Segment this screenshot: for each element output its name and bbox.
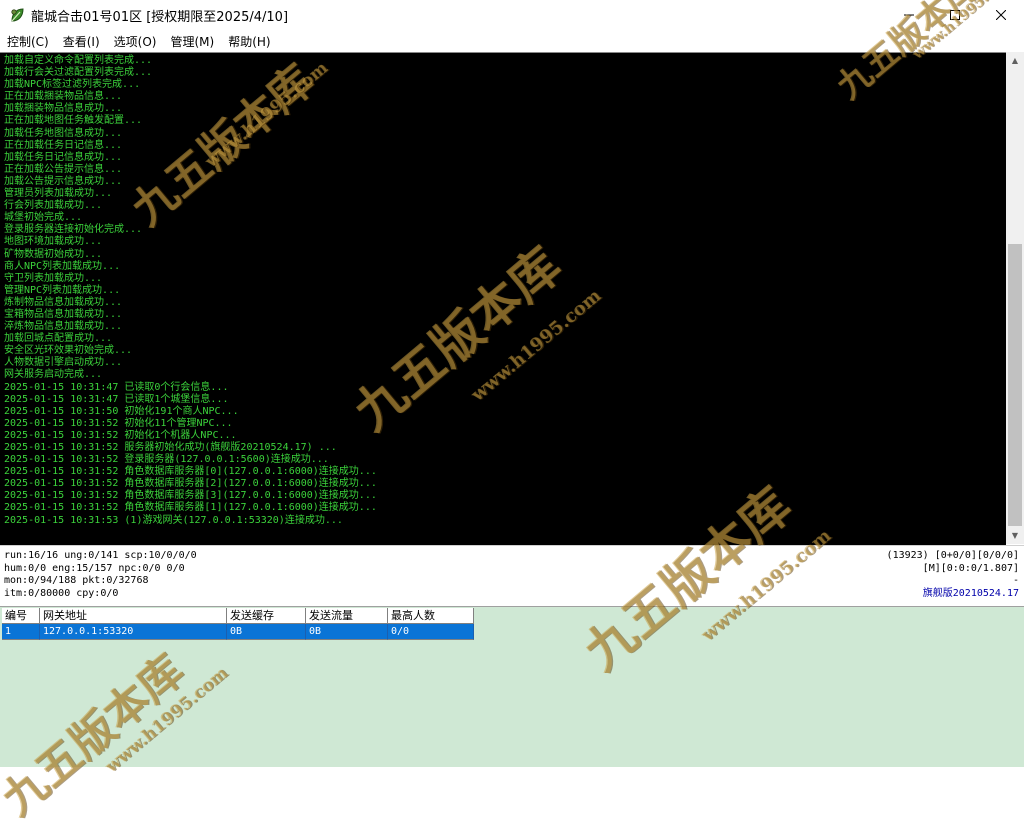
cell-send-traffic: 0B — [306, 624, 388, 640]
table-header: 编号 网关地址 发送缓存 发送流量 最高人数 — [2, 608, 474, 624]
title-bar[interactable]: 龍城合击01号01区 [授权期限至2025/4/10] — [0, 0, 1024, 30]
log-line: 人物数据引擎启动成功... — [4, 357, 123, 369]
log-line: 加载任务日记信息成功... — [4, 151, 123, 163]
column-header-max-players[interactable]: 最高人数 — [388, 608, 474, 624]
cell-id: 1 — [2, 624, 40, 640]
menu-control[interactable]: 控制(C) — [0, 33, 56, 50]
scroll-up-icon: ▲ — [1011, 56, 1019, 65]
log-line: 加载回城点配置成功... — [4, 333, 113, 345]
menu-bar: 控制(C) 查看(I) 选项(O) 管理(M) 帮助(H) — [0, 30, 1024, 52]
cell-address: 127.0.0.1:53320 — [40, 624, 227, 640]
log-line: 加载行会关过滤配置列表完成... — [4, 67, 153, 79]
log-line: 管理员列表加载成功... — [4, 188, 113, 200]
status-run: run:16/16 ung:0/141 scp:10/0/0/0 — [4, 550, 197, 561]
status-panel: run:16/16 ung:0/141 scp:10/0/0/0 hum:0/0… — [0, 545, 1024, 606]
scroll-up-button[interactable]: ▲ — [1006, 52, 1024, 69]
status-dash: - — [1012, 575, 1019, 586]
status-left: run:16/16 ung:0/141 scp:10/0/0/0 hum:0/0… — [4, 550, 197, 600]
maximize-icon — [950, 10, 960, 20]
column-header-id[interactable]: 编号 — [2, 608, 40, 624]
log-line: 2025-01-15 10:31:52 角色数据库服务器[2](127.0.0.… — [4, 478, 377, 490]
log-line: 2025-01-15 10:31:52 登录服务器(127.0.0.1:5600… — [4, 454, 329, 466]
log-line: 2025-01-15 10:31:50 初始化191个商人NPC... — [4, 405, 239, 417]
log-line: 淬炼物品信息加载成功... — [4, 321, 123, 333]
scroll-down-icon: ▼ — [1011, 531, 1019, 540]
log-line: 正在加载捆装物品信息... — [4, 91, 123, 103]
log-line: 正在加载任务日记信息... — [4, 139, 123, 151]
menu-view[interactable]: 查看(I) — [56, 33, 107, 50]
log-line: 加载捆装物品信息成功... — [4, 103, 123, 115]
status-version: 旗舰版20210524.17 — [922, 587, 1019, 599]
console-scrollbar[interactable]: ▲ ▼ — [1006, 52, 1024, 544]
status-mon: mon:0/94/188 pkt:0/32768 — [4, 575, 149, 586]
scroll-down-button[interactable]: ▼ — [1006, 527, 1024, 544]
status-counter: (13923) [0+0/0][0/0/0] — [886, 550, 1019, 561]
gateway-table[interactable]: 编号 网关地址 发送缓存 发送流量 最高人数 1 127.0.0.1:53320… — [2, 608, 474, 640]
log-line: 行会列表加载成功... — [4, 200, 103, 212]
close-button[interactable] — [978, 0, 1024, 30]
console-log[interactable]: 加载自定义命令配置列表完成... 加载行会关过滤配置列表完成... 加载NPC标签过… — [0, 52, 1006, 545]
cell-send-buffer: 0B — [227, 624, 306, 640]
menu-manage[interactable]: 管理(M) — [163, 33, 221, 50]
log-line: 正在加载地图任务触发配置... — [4, 115, 143, 127]
status-right: (13923) [0+0/0][0/0/0] [M][0:0:0/1.807] … — [887, 550, 1019, 600]
scroll-thumb[interactable] — [1008, 244, 1022, 526]
menu-options[interactable]: 选项(O) — [107, 33, 164, 50]
status-hum: hum:0/0 eng:15/157 npc:0/0 0/0 — [4, 562, 185, 574]
log-line: 安全区光环效果初始完成... — [4, 345, 133, 357]
log-line: 网关服务启动完成... — [4, 369, 103, 381]
status-itm: itm:0/80000 cpy:0/0 — [4, 587, 119, 599]
close-icon — [996, 10, 1006, 20]
log-line: 2025-01-15 10:31:52 角色数据库服务器[1](127.0.0.… — [4, 502, 377, 514]
log-line: 2025-01-15 10:31:47 已读取0个行会信息... — [4, 381, 229, 393]
console-lines: 加载自定义命令配置列表完成... 加载行会关过滤配置列表完成... 加载NPC标签过… — [0, 53, 1006, 527]
log-line: 守卫列表加载成功... — [4, 272, 103, 284]
log-line: 炼制物品信息加载成功... — [4, 296, 123, 308]
log-line: 商人NPC列表加载成功... — [4, 260, 121, 272]
log-line: 加载自定义命令配置列表完成... — [4, 55, 153, 66]
minimize-icon — [904, 14, 914, 16]
column-header-send-buffer[interactable]: 发送缓存 — [227, 608, 306, 624]
column-header-address[interactable]: 网关地址 — [40, 608, 227, 624]
log-line: 2025-01-15 10:31:52 服务器初始化成功(旗舰版20210524… — [4, 442, 337, 453]
cell-max-players: 0/0 — [388, 624, 474, 640]
status-memory: [M][0:0:0/1.807] — [922, 562, 1019, 574]
minimize-button[interactable] — [886, 0, 932, 30]
table-row[interactable]: 1 127.0.0.1:53320 0B 0B 0/0 — [2, 624, 474, 640]
log-line: 2025-01-15 10:31:53 (1)游戏网关(127.0.0.1:53… — [4, 514, 343, 526]
log-line: 地图环境加载成功... — [4, 236, 103, 248]
log-line: 宝箱物品信息加载成功... — [4, 308, 123, 320]
gateway-panel: 编号 网关地址 发送缓存 发送流量 最高人数 1 127.0.0.1:53320… — [0, 606, 1024, 767]
log-line: 2025-01-15 10:31:52 初始化11个管理NPC... — [4, 417, 233, 429]
log-line: 2025-01-15 10:31:47 已读取1个城堡信息... — [4, 393, 229, 405]
log-line: 加载NPC标签过滤列表完成... — [4, 79, 141, 91]
log-line: 加载公告提示信息成功... — [4, 175, 123, 187]
maximize-button[interactable] — [932, 0, 978, 30]
log-line: 矿物数据初始成功... — [4, 248, 103, 260]
app-leaf-icon — [11, 8, 24, 22]
log-line: 2025-01-15 10:31:52 角色数据库服务器[3](127.0.0.… — [4, 490, 377, 502]
column-header-send-traffic[interactable]: 发送流量 — [306, 608, 388, 624]
log-line: 2025-01-15 10:31:52 角色数据库服务器[0](127.0.0.… — [4, 466, 377, 478]
window-title: 龍城合击01号01区 [授权期限至2025/4/10] — [31, 9, 289, 25]
log-line: 2025-01-15 10:31:52 初始化1个机器人NPC... — [4, 429, 237, 441]
log-line: 城堡初始完成... — [4, 212, 83, 224]
log-line: 管理NPC列表加载成功... — [4, 284, 121, 296]
menu-help[interactable]: 帮助(H) — [221, 33, 277, 50]
log-line: 加载任务地图信息成功... — [4, 127, 123, 139]
log-line: 登录服务器连接初始化完成... — [4, 224, 143, 236]
log-line: 正在加载公告提示信息... — [4, 163, 123, 175]
